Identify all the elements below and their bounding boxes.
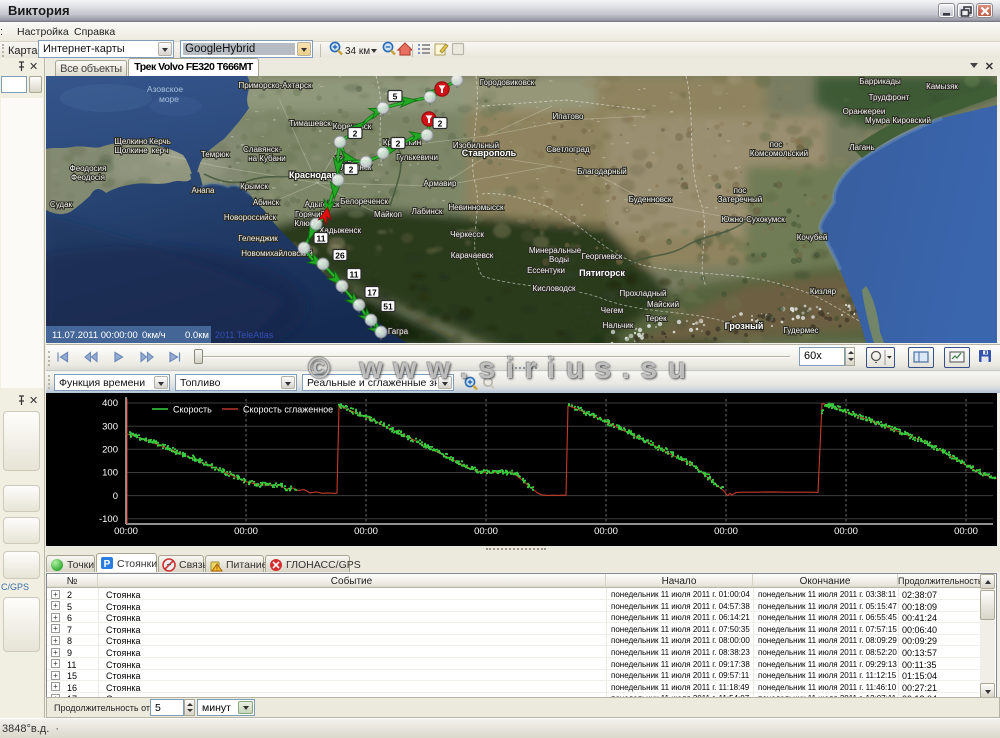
svg-text:Гулькевичи: Гулькевичи: [396, 153, 438, 162]
svg-text:Майкоп: Майкоп: [374, 210, 402, 219]
svg-text:00:00: 00:00: [594, 526, 618, 537]
svg-text:00:00: 00:00: [834, 526, 858, 537]
svg-text:Благодарный: Благодарный: [577, 167, 627, 176]
svg-text:Лагань: Лагань: [849, 143, 874, 152]
svg-text:Изобильный: Изобильный: [453, 141, 499, 150]
svg-text:Скорость сглаженное: Скорость сглаженное: [243, 405, 333, 415]
svg-text:Лабинск: Лабинск: [412, 207, 443, 216]
svg-text:Баррикады: Баррикады: [859, 77, 901, 86]
svg-text:0: 0: [113, 491, 118, 502]
svg-text:Феодосия: Феодосия: [70, 164, 107, 173]
svg-text:11: 11: [350, 269, 359, 279]
svg-text:Темрюк: Темрюк: [201, 150, 230, 159]
svg-text:Крымск: Крымск: [240, 182, 268, 191]
svg-text:2: 2: [353, 128, 358, 138]
svg-text:Черкесск: Черкесск: [450, 230, 484, 239]
svg-text:Гагра: Гагра: [388, 327, 409, 336]
svg-text:Мумра Кировский: Мумра Кировский: [865, 116, 931, 125]
svg-text:Кисловодск: Кисловодск: [533, 284, 576, 293]
svg-text:Армавир: Армавир: [424, 179, 457, 188]
svg-text:2: 2: [349, 164, 354, 174]
svg-text:Светлоград: Светлоград: [546, 145, 590, 154]
svg-text:5: 5: [393, 91, 398, 101]
svg-text:Феодосія: Феодосія: [71, 173, 105, 182]
svg-text:Геленджик: Геленджик: [238, 234, 278, 243]
svg-text:Азовское: Азовское: [147, 84, 183, 94]
svg-text:0.0км: 0.0км: [185, 330, 209, 341]
svg-text:Южно-Сухокумск: Южно-Сухокумск: [721, 215, 785, 224]
svg-text:пос: пос: [770, 140, 783, 149]
svg-text:Пятигорск: Пятигорск: [579, 268, 625, 278]
svg-text:Кочубей: Кочубей: [797, 233, 828, 242]
svg-text:51: 51: [383, 301, 393, 311]
svg-text:Скорость: Скорость: [173, 405, 212, 415]
svg-text:Тимашевск: Тимашевск: [289, 119, 331, 128]
svg-text:Ессентуки: Ессентуки: [527, 266, 565, 275]
svg-text:Комсомольский: Комсомольский: [750, 149, 808, 158]
svg-text:Анапа: Анапа: [192, 186, 216, 195]
svg-text:Прохладный: Прохладный: [620, 289, 667, 298]
svg-text:керч: керч: [152, 146, 168, 155]
svg-text:Майский: Майский: [647, 300, 679, 309]
svg-text:00:00: 00:00: [354, 526, 378, 537]
svg-text:00:00: 00:00: [474, 526, 498, 537]
svg-text:200: 200: [102, 445, 118, 456]
svg-text:Затеречный: Затеречный: [718, 195, 763, 204]
svg-text:Щолкине: Щолкине: [114, 146, 148, 155]
svg-text:2011 TeleAtlas: 2011 TeleAtlas: [215, 330, 274, 340]
svg-text:2: 2: [396, 138, 401, 148]
svg-text:Керчь: Керчь: [149, 137, 171, 146]
svg-text:пос: пос: [734, 186, 747, 195]
svg-text:00:00: 00:00: [954, 526, 978, 537]
svg-text:Судак: Судак: [50, 200, 73, 209]
svg-text:Карачаевск: Карачаевск: [451, 251, 494, 260]
svg-text:Краснодар: Краснодар: [289, 170, 338, 180]
svg-text:Новороссийск: Новороссийск: [224, 213, 277, 222]
svg-text:Щелкино: Щелкино: [114, 137, 148, 146]
svg-text:Гудермес: Гудермес: [783, 326, 818, 335]
svg-text:Ипатово: Ипатово: [553, 112, 585, 121]
svg-text:Георгиевск: Георгиевск: [582, 252, 623, 261]
svg-text:Оранжереи: Оранжереи: [843, 107, 886, 116]
svg-text:00:00: 00:00: [234, 526, 258, 537]
svg-text:100: 100: [102, 468, 118, 479]
svg-text:Нальчик: Нальчик: [603, 321, 634, 330]
svg-text:Белореченск: Белореченск: [340, 197, 388, 206]
svg-text:00:00: 00:00: [714, 526, 738, 537]
svg-text:Грозный: Грозный: [725, 321, 764, 331]
svg-text:!: !: [216, 566, 218, 573]
svg-text:Минеральные: Минеральные: [529, 246, 582, 255]
svg-text:Чегем: Чегем: [601, 306, 623, 315]
svg-text:00:00: 00:00: [114, 526, 138, 537]
svg-text:0км/ч: 0км/ч: [142, 330, 166, 341]
svg-text:P: P: [104, 559, 111, 570]
svg-text:Кизляр: Кизляр: [810, 287, 837, 296]
svg-text:-100: -100: [99, 514, 118, 525]
svg-text:Воды: Воды: [549, 255, 569, 264]
svg-text:на Кубани: на Кубани: [248, 154, 286, 163]
svg-text:Камызяк: Камызяк: [926, 82, 958, 91]
svg-text:море: море: [159, 94, 179, 104]
svg-text:Трудфронт: Трудфронт: [869, 93, 910, 102]
svg-text:11.07.2011 00:00:00: 11.07.2011 00:00:00: [52, 330, 138, 341]
svg-text:17: 17: [367, 287, 377, 297]
svg-text:300: 300: [102, 421, 118, 432]
svg-text:11: 11: [317, 233, 326, 243]
svg-text:Буденновск: Буденновск: [629, 195, 672, 204]
svg-text:Городовиковск: Городовиковск: [480, 78, 535, 87]
svg-text:Приморско-Ахтарск: Приморско-Ахтарск: [239, 81, 312, 90]
svg-text:2: 2: [438, 118, 443, 128]
svg-text:Абинск: Абинск: [253, 198, 280, 207]
svg-text:400: 400: [102, 398, 118, 409]
svg-text:Невинномысск: Невинномысск: [449, 203, 504, 212]
svg-text:26: 26: [335, 250, 345, 260]
svg-text:Славянск-: Славянск-: [243, 145, 281, 154]
svg-text:Терек: Терек: [645, 314, 667, 323]
